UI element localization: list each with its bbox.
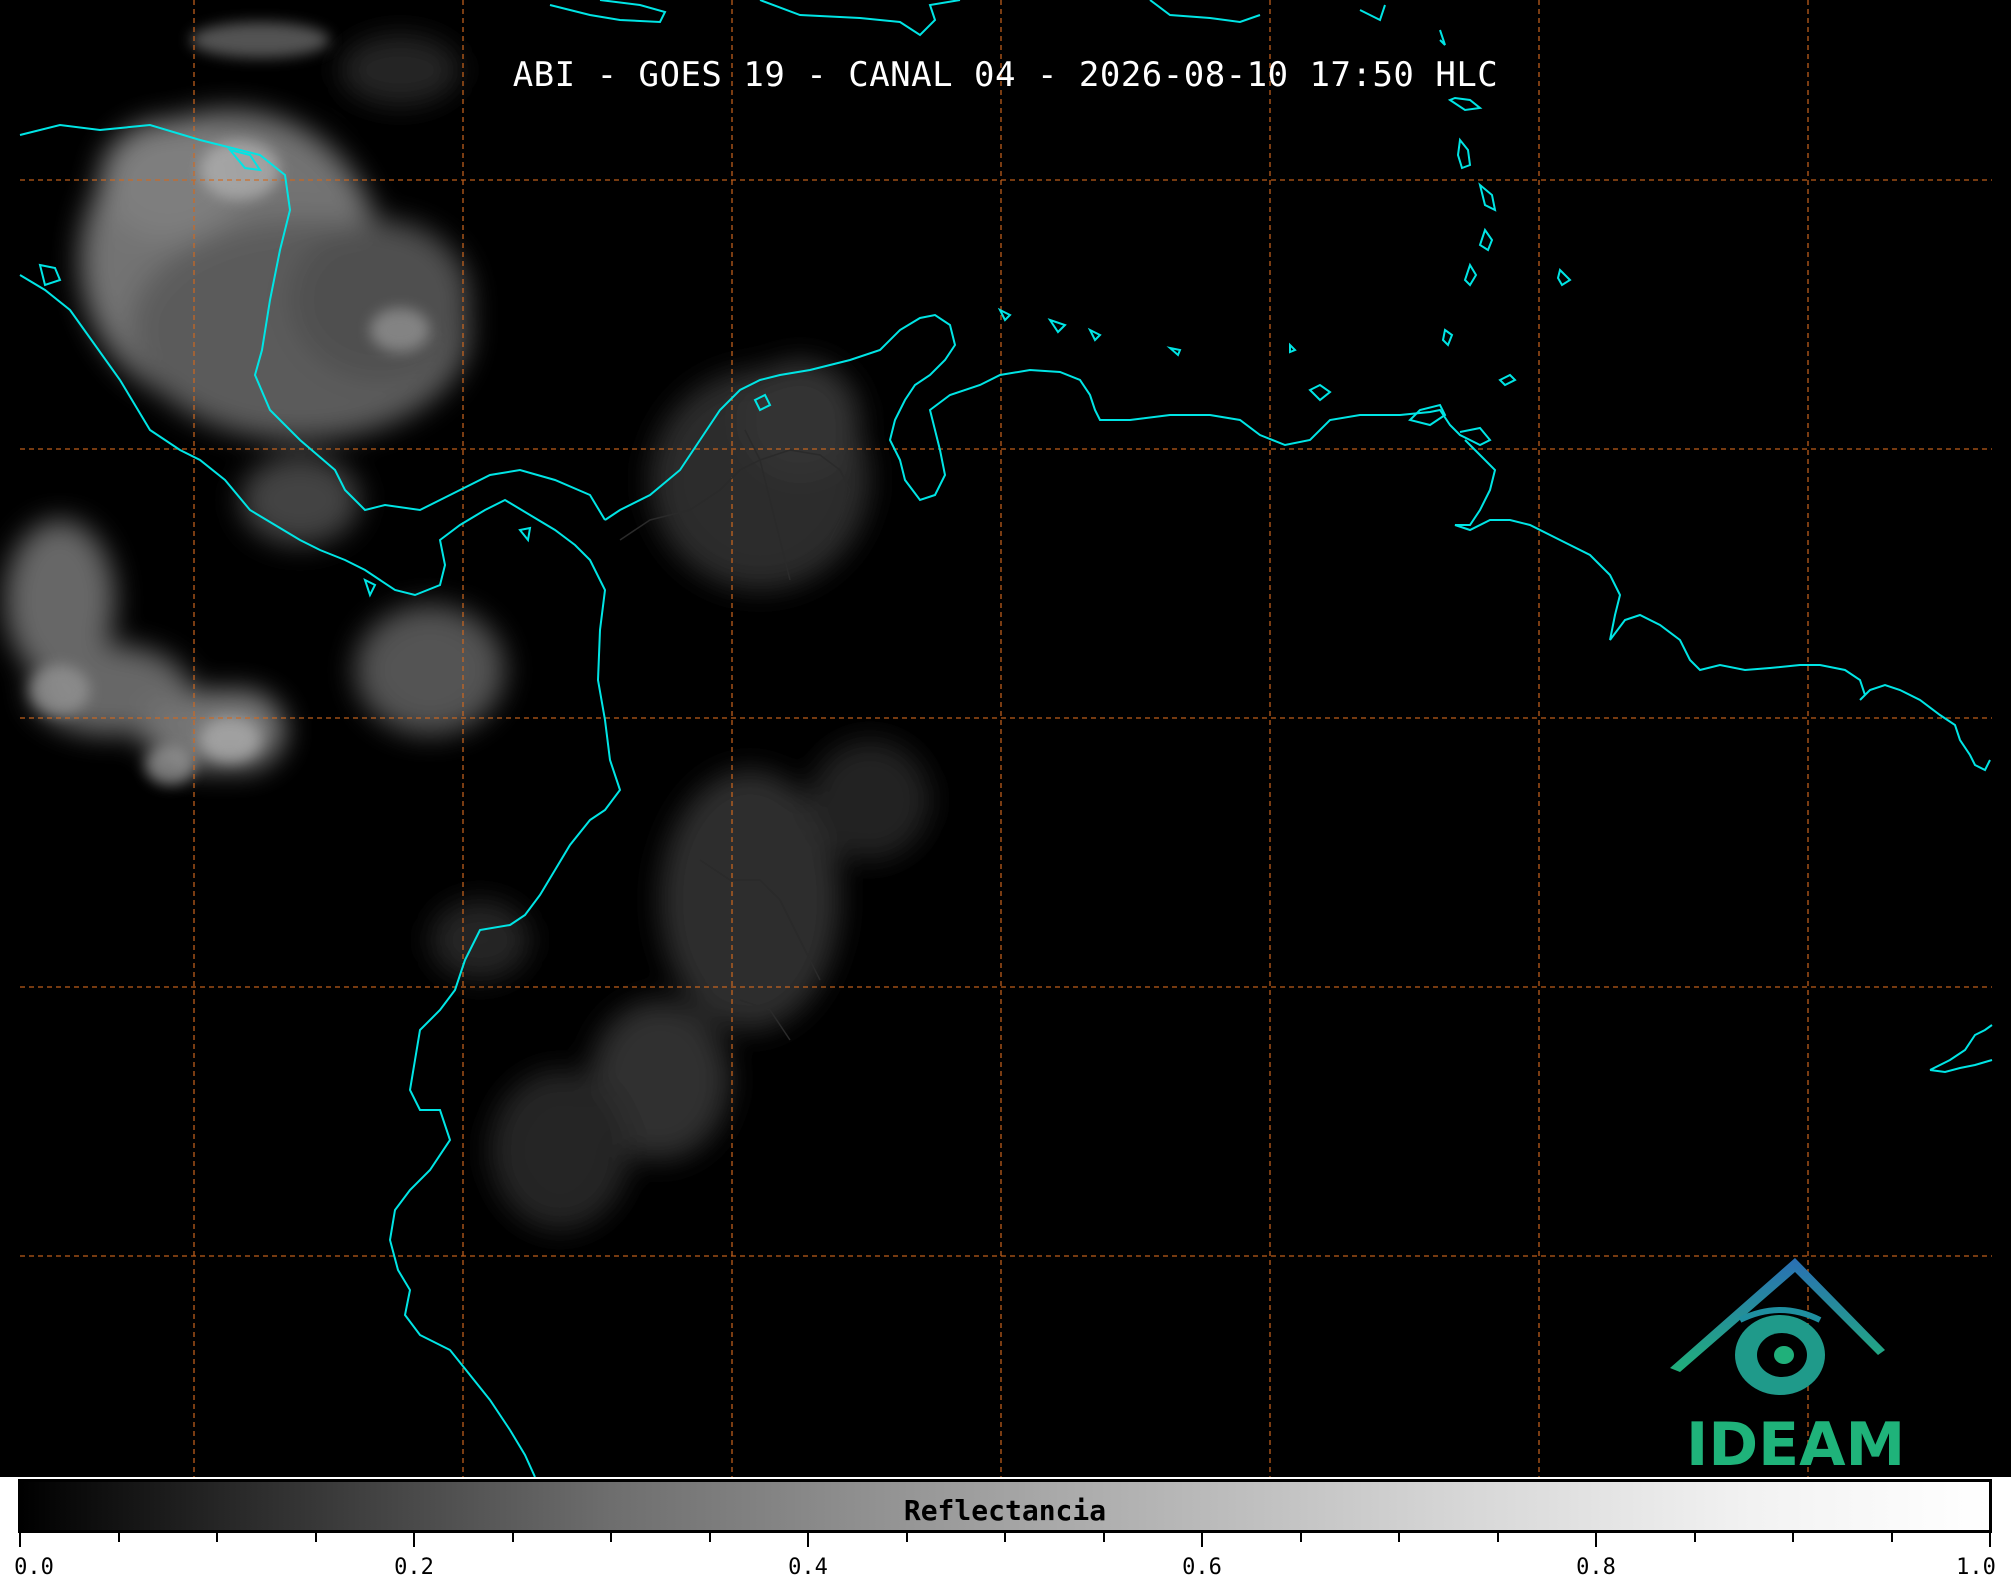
colorbar-minor-tick	[1299, 1533, 1302, 1542]
colorbar-major-tick	[1201, 1533, 1203, 1547]
colorbar-minor-tick	[511, 1533, 514, 1542]
colorbar-minor-tick	[708, 1533, 711, 1542]
colorbar-major-tick	[807, 1533, 809, 1547]
satellite-map	[0, 0, 2011, 1477]
colorbar-major-tick	[1989, 1533, 1991, 1547]
colorbar-minor-tick	[1398, 1533, 1400, 1542]
colorbar-tick-label: 0.0	[14, 1555, 54, 1580]
colorbar-minor-tick	[1890, 1533, 1893, 1542]
colorbar-major-tick	[413, 1533, 415, 1547]
colorbar-minor-tick	[1693, 1533, 1696, 1542]
colorbar-minor-tick	[1102, 1533, 1105, 1542]
colorbar-minor-tick	[905, 1533, 908, 1542]
colorbar-major-tick	[1595, 1533, 1597, 1547]
colorbar-minor-tick	[117, 1533, 120, 1542]
colorbar-minor-tick	[610, 1533, 612, 1542]
colorbar-minor-tick	[1004, 1533, 1006, 1542]
ideam-logo-text: IDEAM	[1686, 1410, 1906, 1480]
colorbar: Reflectancia	[18, 1479, 1992, 1533]
colorbar-minor-tick	[1496, 1533, 1499, 1542]
colorbar-minor-tick	[314, 1533, 317, 1542]
colorbar-tick-label: 0.6	[1182, 1555, 1222, 1580]
colorbar-major-tick	[19, 1533, 21, 1547]
colorbar-minor-tick	[1792, 1533, 1794, 1542]
colorbar-ticks: 0.0 0.2 0.4 0.6 0.8 1.0	[14, 1533, 1996, 1580]
map-title: ABI - GOES 19 - CANAL 04 - 2026-08-10 17…	[512, 55, 1499, 95]
colorbar-label: Reflectancia	[903, 1494, 1107, 1527]
colorbar-tick-label: 0.4	[788, 1555, 828, 1580]
colorbar-minor-tick	[216, 1533, 218, 1542]
colorbar-tick-label: 0.8	[1576, 1555, 1616, 1580]
colorbar-tick-label: 0.2	[394, 1555, 434, 1580]
colorbar-tick-label: 1.0	[1956, 1555, 1996, 1580]
